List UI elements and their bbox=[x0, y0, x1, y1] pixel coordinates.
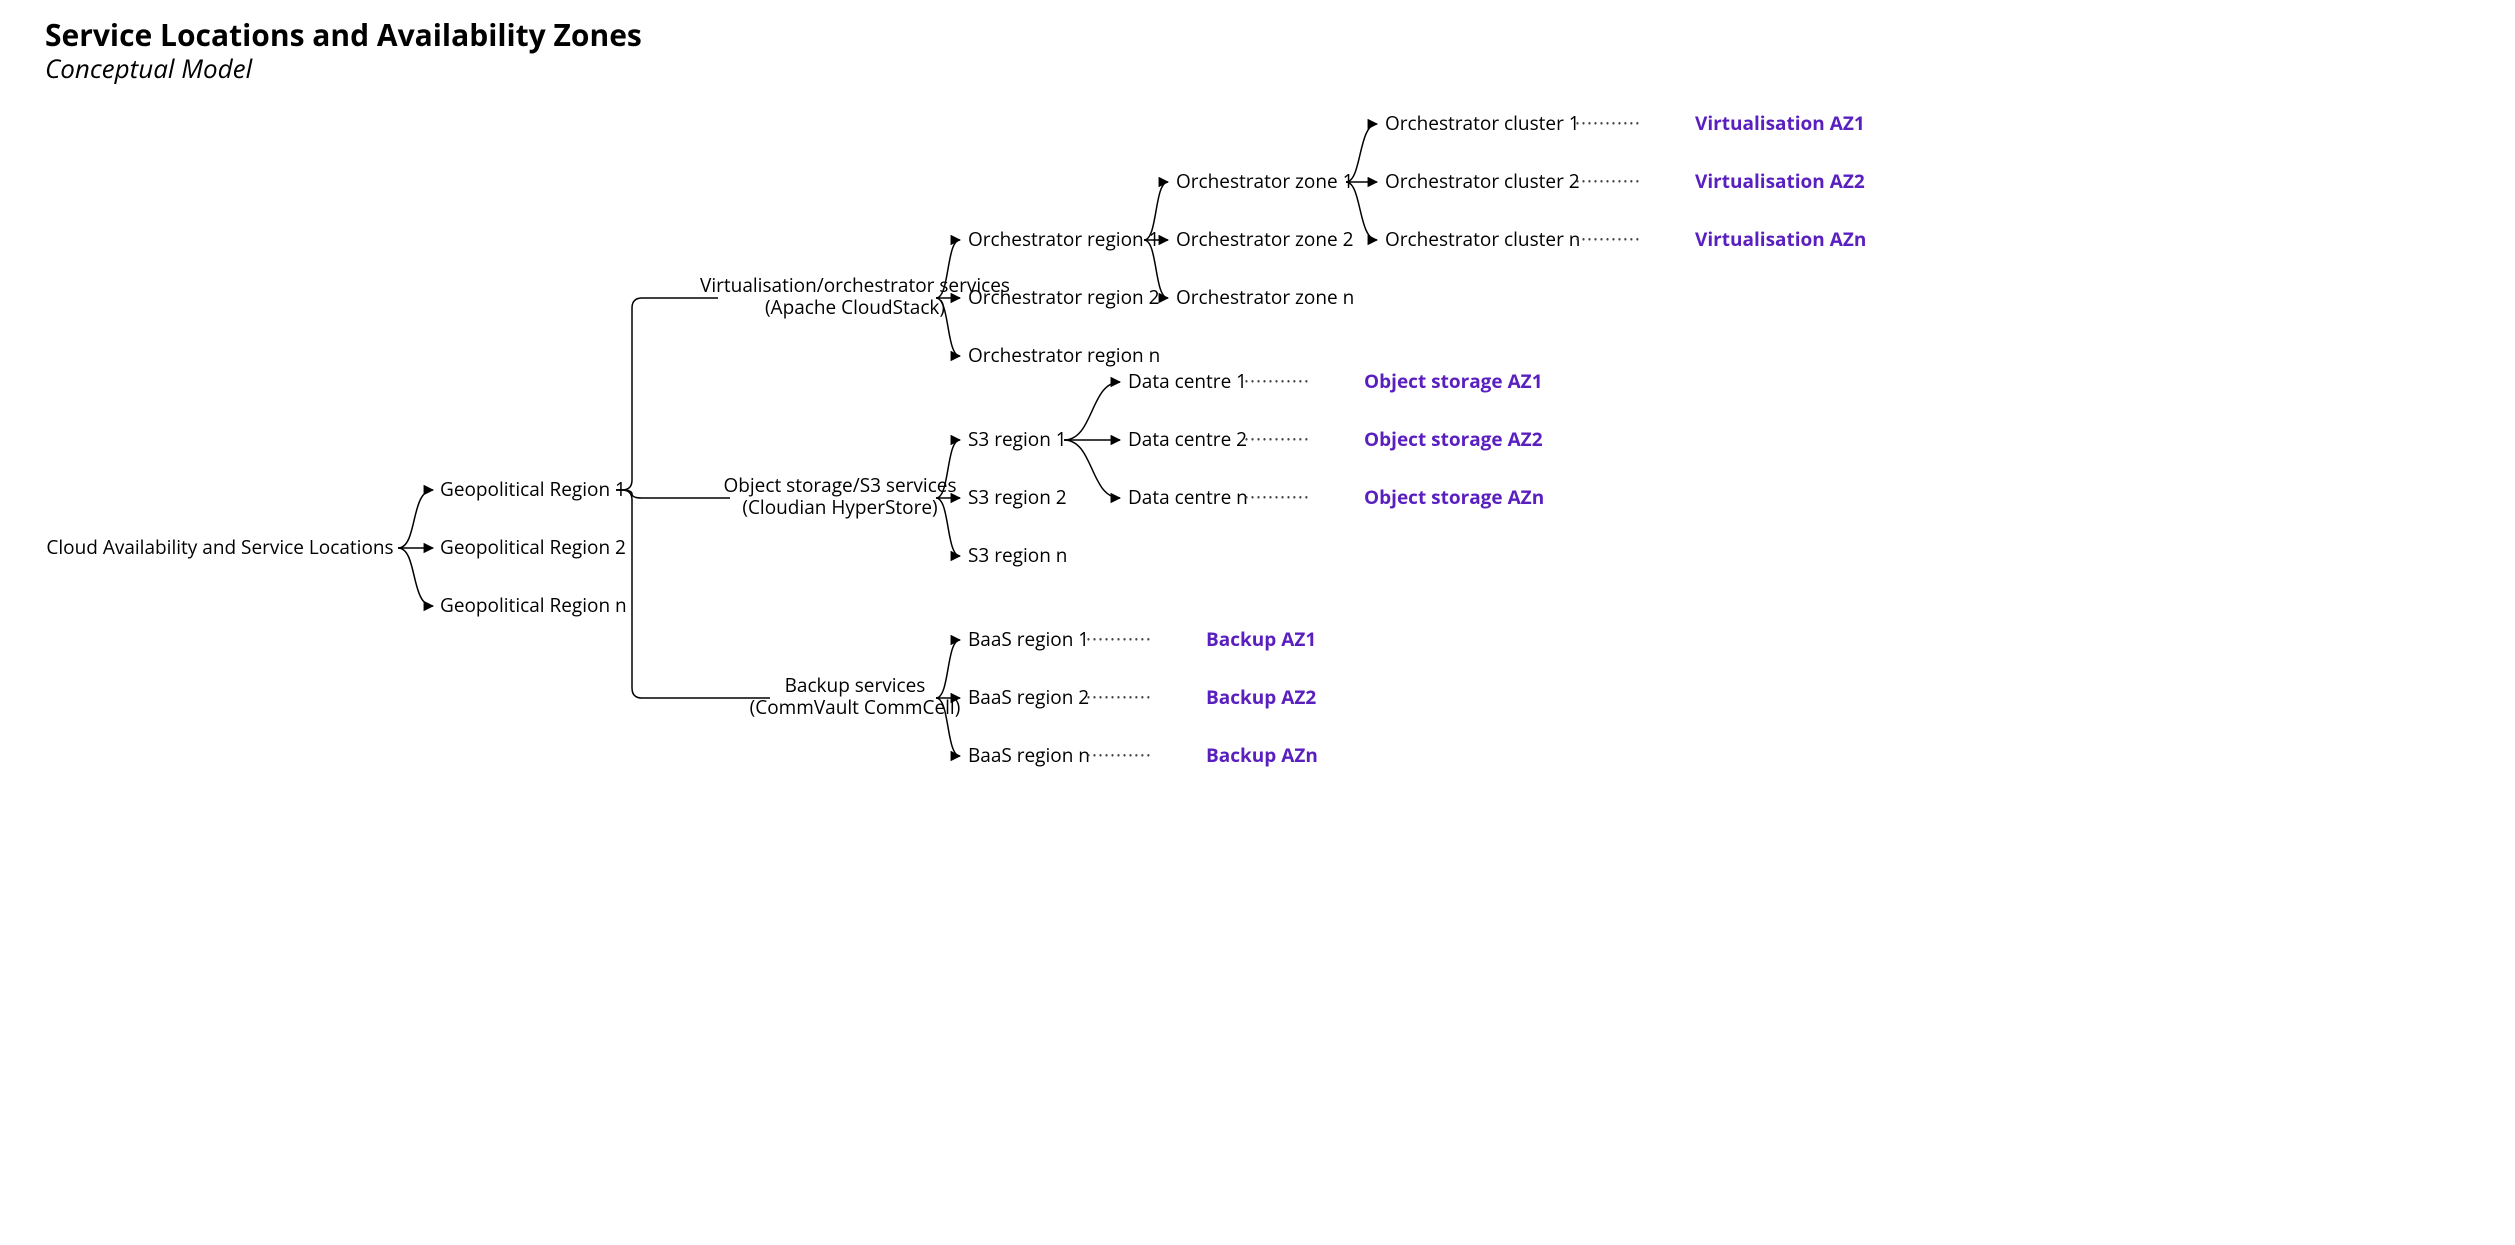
node-baas-region-n: BaaS region n bbox=[968, 742, 1090, 768]
node-dc-2: Data centre 2 bbox=[1128, 426, 1247, 452]
dots-cluster-n: ··········· bbox=[1575, 226, 1641, 252]
dots-cluster-2: ··········· bbox=[1575, 168, 1641, 194]
node-orch-region-n: Orchestrator region n bbox=[968, 342, 1160, 368]
dots-dc-2: ··········· bbox=[1244, 426, 1310, 452]
dots-dc-n: ··········· bbox=[1244, 484, 1310, 510]
node-orch-cluster-2: Orchestrator cluster 2 bbox=[1385, 168, 1580, 194]
node-s3-region-2: S3 region 2 bbox=[968, 484, 1067, 510]
node-virt-l2: (Apache CloudStack) bbox=[765, 294, 945, 320]
node-obj-az2: Object storage AZ2 bbox=[1364, 426, 1543, 452]
dots-cluster-1: ··········· bbox=[1575, 110, 1641, 136]
node-s3-region-n: S3 region n bbox=[968, 542, 1067, 568]
node-orch-zone-2: Orchestrator zone 2 bbox=[1176, 226, 1353, 252]
node-orch-cluster-n: Orchestrator cluster n bbox=[1385, 226, 1580, 252]
node-obj-l2: (Cloudian HyperStore) bbox=[742, 494, 937, 520]
node-dc-1: Data centre 1 bbox=[1128, 368, 1247, 394]
edge-geo1-baas bbox=[616, 490, 770, 698]
node-orch-cluster-1: Orchestrator cluster 1 bbox=[1385, 110, 1580, 136]
diagram-page: Service Locations and Availability Zones… bbox=[0, 0, 2515, 1245]
dots-baas-2: ··········· bbox=[1086, 684, 1152, 710]
node-orch-region-1: Orchestrator region 1 bbox=[968, 226, 1159, 252]
node-baas-region-2: BaaS region 2 bbox=[968, 684, 1089, 710]
edge-s31-dcn bbox=[1064, 440, 1120, 498]
edge-baas-r1 bbox=[936, 640, 960, 698]
node-dc-n: Data centre n bbox=[1128, 484, 1248, 510]
node-obj-az1: Object storage AZ1 bbox=[1364, 368, 1543, 394]
dots-baas-n: ··········· bbox=[1086, 742, 1152, 768]
node-geo2: Geopolitical Region 2 bbox=[440, 534, 626, 560]
dots-dc-1: ··········· bbox=[1244, 368, 1310, 394]
edge-obj-s3n bbox=[936, 498, 960, 556]
edge-root-geon bbox=[398, 548, 433, 606]
edge-geo1-virt bbox=[616, 298, 718, 490]
node-virt-azn: Virtualisation AZn bbox=[1695, 226, 1866, 252]
node-virt-az1: Virtualisation AZ1 bbox=[1695, 110, 1865, 136]
node-virt-az2: Virtualisation AZ2 bbox=[1695, 168, 1865, 194]
node-geon: Geopolitical Region n bbox=[440, 592, 627, 618]
node-orch-region-2: Orchestrator region 2 bbox=[968, 284, 1159, 310]
diagram-svg: Cloud Availability and Service Locations… bbox=[0, 0, 2515, 1245]
dots-baas-1: ··········· bbox=[1086, 626, 1152, 652]
edge-root-geo1 bbox=[398, 490, 433, 548]
node-orch-zone-n: Orchestrator zone n bbox=[1176, 284, 1354, 310]
node-baas-azn: Backup AZn bbox=[1206, 742, 1318, 768]
node-geo1: Geopolitical Region 1 bbox=[440, 476, 626, 502]
edge-geo1-obj bbox=[616, 490, 730, 498]
node-root: Cloud Availability and Service Locations bbox=[46, 534, 393, 560]
node-baas-az1: Backup AZ1 bbox=[1206, 626, 1316, 652]
node-baas-region-1: BaaS region 1 bbox=[968, 626, 1089, 652]
node-orch-zone-1: Orchestrator zone 1 bbox=[1176, 168, 1353, 194]
node-obj-azn: Object storage AZn bbox=[1364, 484, 1544, 510]
node-baas-az2: Backup AZ2 bbox=[1206, 684, 1316, 710]
edge-s31-dc1 bbox=[1064, 382, 1120, 440]
node-s3-region-1: S3 region 1 bbox=[968, 426, 1067, 452]
node-baas-l2: (CommVault CommCell) bbox=[750, 694, 961, 720]
